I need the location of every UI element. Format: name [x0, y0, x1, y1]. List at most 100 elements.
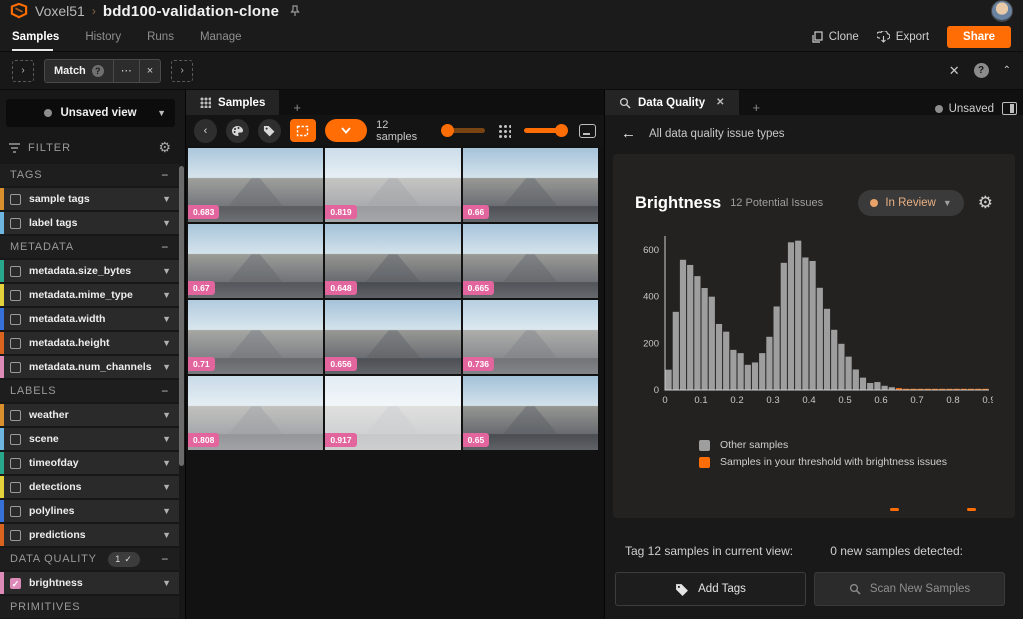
sidebar-section-metadata[interactable]: METADATA− — [0, 236, 179, 258]
chevron-down-icon[interactable]: ▼ — [162, 578, 171, 588]
split-panel-icon[interactable] — [1002, 102, 1017, 115]
sidebar-section-data-quality[interactable]: DATA QUALITY1 ✓− — [0, 548, 179, 570]
sample-thumbnail[interactable]: 0.648 — [325, 224, 460, 298]
scan-new-samples-button[interactable]: Scan New Samples — [814, 572, 1005, 606]
grid-size-icon[interactable] — [498, 124, 511, 138]
color-palette-button[interactable] — [226, 119, 249, 143]
checkbox[interactable] — [10, 314, 21, 325]
stage-more-button[interactable]: ⋯ — [113, 60, 139, 82]
sidebar-item-metadata-mime-type[interactable]: metadata.mime_type▼ — [0, 284, 179, 306]
sidebar-item-predictions[interactable]: predictions▼ — [0, 524, 179, 546]
sidebar-item-timeofday[interactable]: timeofday▼ — [0, 452, 179, 474]
chevron-down-icon[interactable]: ▼ — [162, 290, 171, 300]
add-stage-button-left[interactable]: › — [12, 60, 34, 82]
chevron-down-icon[interactable]: ▼ — [162, 218, 171, 228]
sidebar-item-metadata-width[interactable]: metadata.width▼ — [0, 308, 179, 330]
checkbox[interactable] — [10, 362, 21, 373]
sidebar-section-labels[interactable]: LABELS− — [0, 380, 179, 402]
close-tab-icon[interactable]: ✕ — [716, 97, 724, 108]
checkbox[interactable] — [10, 338, 21, 349]
user-avatar[interactable] — [991, 0, 1013, 22]
sidebar-item-sample-tags[interactable]: sample tags▼ — [0, 188, 179, 210]
tag-samples-button[interactable] — [258, 119, 281, 143]
back-button[interactable]: ‹ — [194, 119, 217, 143]
collapse-section-icon[interactable]: − — [161, 240, 169, 254]
spacing-slider-knob[interactable] — [441, 124, 454, 137]
sidebar-scrollbar[interactable] — [179, 166, 184, 466]
chevron-down-icon[interactable]: ▼ — [162, 194, 171, 204]
sample-thumbnail[interactable]: 0.917 — [325, 376, 460, 450]
sidebar-item-polylines[interactable]: polylines▼ — [0, 500, 179, 522]
chevron-down-icon[interactable]: ▼ — [162, 530, 171, 540]
collapse-section-icon[interactable]: − — [161, 552, 169, 566]
tab-data-quality[interactable]: Data Quality ✕ — [605, 90, 739, 115]
zoom-slider-knob[interactable] — [555, 124, 568, 137]
sample-thumbnail[interactable]: 0.71 — [188, 300, 323, 374]
collapse-bar-icon[interactable]: ⌃ — [1003, 65, 1011, 76]
nav-tab-history[interactable]: History — [85, 22, 121, 51]
checkbox[interactable] — [10, 266, 21, 277]
share-button[interactable]: Share — [947, 26, 1011, 48]
new-panel-button-right[interactable]: + — [739, 100, 775, 115]
chevron-down-icon[interactable]: ▼ — [162, 338, 171, 348]
chevron-down-icon[interactable]: ▼ — [162, 266, 171, 276]
sample-thumbnail[interactable]: 0.65 — [463, 376, 598, 450]
export-button[interactable]: Export — [877, 31, 929, 43]
sidebar-item-detections[interactable]: detections▼ — [0, 476, 179, 498]
chevron-down-icon[interactable]: ▼ — [162, 314, 171, 324]
sample-thumbnail[interactable]: 0.665 — [463, 224, 598, 298]
stage-close-button[interactable]: × — [139, 60, 160, 82]
sample-thumbnail[interactable]: 0.67 — [188, 224, 323, 298]
pin-icon[interactable] — [290, 5, 300, 17]
checkbox[interactable] — [10, 194, 21, 205]
clear-stages-icon[interactable]: ✕ — [949, 63, 960, 79]
sample-thumbnail[interactable]: 0.736 — [463, 300, 598, 374]
checkbox[interactable] — [10, 218, 21, 229]
patches-button[interactable] — [290, 119, 317, 142]
issue-settings-gear-icon[interactable]: ⚙ — [978, 193, 993, 213]
zoom-slider[interactable] — [524, 128, 566, 133]
sidebar-item-weather[interactable]: weather▼ — [0, 404, 179, 426]
checkbox[interactable] — [10, 530, 21, 541]
sidebar-item-label-tags[interactable]: label tags▼ — [0, 212, 179, 234]
collapse-section-icon[interactable]: − — [161, 168, 169, 182]
sidebar-item-metadata-size-bytes[interactable]: metadata.size_bytes▼ — [0, 260, 179, 282]
new-panel-button[interactable]: + — [279, 100, 315, 115]
help-icon[interactable]: ? — [92, 65, 104, 77]
checkbox[interactable] — [10, 506, 21, 517]
chevron-down-icon[interactable]: ▼ — [162, 434, 171, 444]
sidebar-item-metadata-height[interactable]: metadata.height▼ — [0, 332, 179, 354]
match-stage-button[interactable]: Match ? — [45, 60, 113, 82]
sidebar-section-primitives[interactable]: PRIMITIVES — [0, 596, 179, 618]
checkbox[interactable] — [10, 458, 21, 469]
checkbox[interactable] — [10, 434, 21, 445]
sidebar-section-tags[interactable]: TAGS− — [0, 164, 179, 186]
add-stage-button-right[interactable]: › — [171, 60, 193, 82]
checkbox[interactable] — [10, 410, 21, 421]
back-arrow-icon[interactable]: ← — [621, 125, 636, 142]
checkbox[interactable] — [10, 482, 21, 493]
spacing-slider[interactable] — [443, 128, 485, 133]
sample-thumbnail[interactable]: 0.66 — [463, 148, 598, 222]
chevron-down-icon[interactable]: ▼ — [162, 458, 171, 468]
saved-view-selector[interactable]: Unsaved view ▼ — [6, 99, 175, 127]
sample-thumbnail[interactable]: 0.808 — [188, 376, 323, 450]
chevron-down-icon[interactable]: ▼ — [162, 362, 171, 372]
checkbox[interactable] — [10, 290, 21, 301]
sample-thumbnail[interactable]: 0.683 — [188, 148, 323, 222]
display-options-icon[interactable] — [579, 124, 596, 138]
chevron-down-icon[interactable]: ▼ — [162, 410, 171, 420]
clone-button[interactable]: Clone — [812, 31, 859, 43]
chevron-down-icon[interactable]: ▼ — [162, 482, 171, 492]
nav-tab-samples[interactable]: Samples — [12, 22, 59, 51]
sample-thumbnail[interactable]: 0.819 — [325, 148, 460, 222]
sidebar-item-scene[interactable]: scene▼ — [0, 428, 179, 450]
nav-tab-runs[interactable]: Runs — [147, 22, 174, 51]
browse-operations-button[interactable] — [325, 119, 367, 142]
nav-tab-manage[interactable]: Manage — [200, 22, 242, 51]
brand-name[interactable]: Voxel51 — [35, 3, 85, 19]
collapse-section-icon[interactable]: − — [161, 384, 169, 398]
sidebar-item-brightness[interactable]: ✓brightness▼ — [0, 572, 179, 594]
sidebar-settings-gear-icon[interactable]: ⚙ — [158, 139, 171, 156]
brightness-histogram[interactable]: 020040060000.10.20.30.40.50.60.70.80.9 — [635, 230, 993, 413]
